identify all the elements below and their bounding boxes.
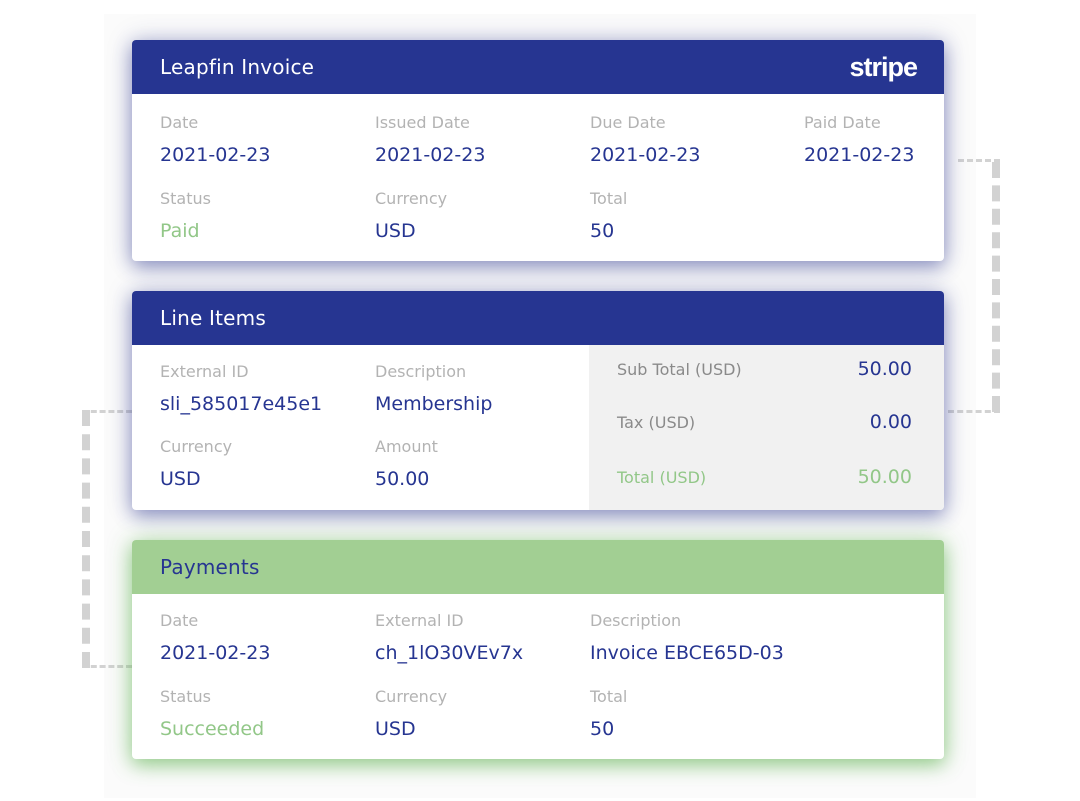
field-value: USD bbox=[160, 468, 201, 490]
field-label: Paid Date bbox=[804, 113, 881, 132]
payment-field-description: Description Invoice EBCE65D-03 bbox=[590, 611, 784, 665]
line-items-title: Line Items bbox=[160, 306, 266, 330]
stripe-logo: stripe bbox=[849, 51, 918, 82]
field-label: Amount bbox=[375, 437, 438, 456]
invoice-field-issued-date: Issued Date 2021-02-23 bbox=[375, 113, 485, 167]
payment-field-currency: Currency USD bbox=[375, 687, 447, 741]
field-value: sli_585017e45e1 bbox=[160, 393, 323, 415]
invoice-card: Leapfin Invoice stripe Date 2021-02-23 I… bbox=[132, 40, 944, 261]
field-value: ch_1lO30VEv7x bbox=[375, 642, 524, 664]
payment-field-total: Total 50 bbox=[590, 687, 627, 741]
connector-line-left-top bbox=[82, 410, 132, 413]
line-items-card-body: External ID sli_585017e45e1 Description … bbox=[132, 345, 944, 510]
line-item-field-amount: Amount 50.00 bbox=[375, 437, 438, 491]
field-value: 50.00 bbox=[375, 468, 430, 490]
field-value: Invoice EBCE65D-03 bbox=[590, 642, 784, 664]
field-label: Due Date bbox=[590, 113, 666, 132]
field-label: Status bbox=[160, 687, 211, 706]
invoice-field-due-date: Due Date 2021-02-23 bbox=[590, 113, 700, 167]
field-value: 2021-02-23 bbox=[590, 144, 701, 166]
connector-line-right bbox=[992, 162, 1000, 412]
summary-label: Sub Total (USD) bbox=[617, 359, 742, 379]
field-label: Currency bbox=[375, 189, 448, 208]
line-item-field-external-id: External ID sli_585017e45e1 bbox=[160, 362, 322, 416]
connector-line-right-top bbox=[958, 159, 1000, 162]
line-item-field-currency: Currency USD bbox=[160, 437, 232, 491]
line-items-card: Line Items External ID sli_585017e45e1 D… bbox=[132, 291, 944, 510]
line-item-field-description: Description Membership bbox=[375, 362, 492, 416]
field-value: 50 bbox=[590, 220, 615, 242]
summary-row-tax: Tax (USD) 0.00 bbox=[617, 411, 912, 433]
invoice-card-header: Leapfin Invoice stripe bbox=[132, 40, 944, 94]
field-label: Currency bbox=[375, 687, 448, 706]
summary-value: 50.00 bbox=[857, 466, 912, 488]
connector-line-right-bottom bbox=[948, 410, 1000, 413]
field-value: 50 bbox=[590, 718, 615, 740]
field-label: External ID bbox=[375, 611, 464, 630]
payment-field-external-id: External ID ch_1lO30VEv7x bbox=[375, 611, 523, 665]
invoice-field-currency: Currency USD bbox=[375, 189, 447, 243]
summary-label: Total (USD) bbox=[617, 467, 707, 487]
field-label: Description bbox=[375, 362, 467, 381]
line-items-summary: Sub Total (USD) 50.00 Tax (USD) 0.00 Tot… bbox=[589, 345, 944, 510]
field-label: External ID bbox=[160, 362, 249, 381]
field-value: USD bbox=[375, 718, 416, 740]
field-label: Issued Date bbox=[375, 113, 470, 132]
summary-value: 50.00 bbox=[857, 358, 912, 380]
field-label: Description bbox=[590, 611, 682, 630]
payments-card-body: Date 2021-02-23 External ID ch_1lO30VEv7… bbox=[132, 594, 944, 759]
status-value: Succeeded bbox=[160, 718, 265, 740]
payments-card: Payments Date 2021-02-23 External ID ch_… bbox=[132, 540, 944, 759]
field-label: Total bbox=[590, 189, 628, 208]
summary-row-subtotal: Sub Total (USD) 50.00 bbox=[617, 358, 912, 380]
field-value: 2021-02-23 bbox=[160, 144, 271, 166]
field-value: 2021-02-23 bbox=[160, 642, 271, 664]
payment-field-date: Date 2021-02-23 bbox=[160, 611, 270, 665]
field-label: Status bbox=[160, 189, 211, 208]
field-value: USD bbox=[375, 220, 416, 242]
invoice-card-body: Date 2021-02-23 Issued Date 2021-02-23 D… bbox=[132, 94, 944, 261]
invoice-field-date: Date 2021-02-23 bbox=[160, 113, 270, 167]
status-value: Paid bbox=[160, 220, 200, 242]
connector-line-left bbox=[82, 410, 90, 668]
invoice-field-paid-date: Paid Date 2021-02-23 bbox=[804, 113, 914, 167]
invoice-field-total: Total 50 bbox=[590, 189, 627, 243]
field-label: Total bbox=[590, 687, 628, 706]
field-label: Date bbox=[160, 611, 199, 630]
payments-card-header: Payments bbox=[132, 540, 944, 594]
summary-value: 0.00 bbox=[869, 411, 912, 433]
summary-row-total: Total (USD) 50.00 bbox=[617, 466, 912, 488]
line-items-card-header: Line Items bbox=[132, 291, 944, 345]
field-label: Date bbox=[160, 113, 199, 132]
summary-label: Tax (USD) bbox=[617, 412, 696, 432]
field-label: Currency bbox=[160, 437, 233, 456]
payment-field-status: Status Succeeded bbox=[160, 687, 264, 741]
payments-title: Payments bbox=[160, 555, 260, 579]
connector-line-left-bottom bbox=[82, 665, 132, 668]
field-value: 2021-02-23 bbox=[804, 144, 915, 166]
invoice-title: Leapfin Invoice bbox=[160, 55, 315, 79]
invoice-field-status: Status Paid bbox=[160, 189, 211, 243]
field-value: 2021-02-23 bbox=[375, 144, 486, 166]
field-value: Membership bbox=[375, 393, 493, 415]
